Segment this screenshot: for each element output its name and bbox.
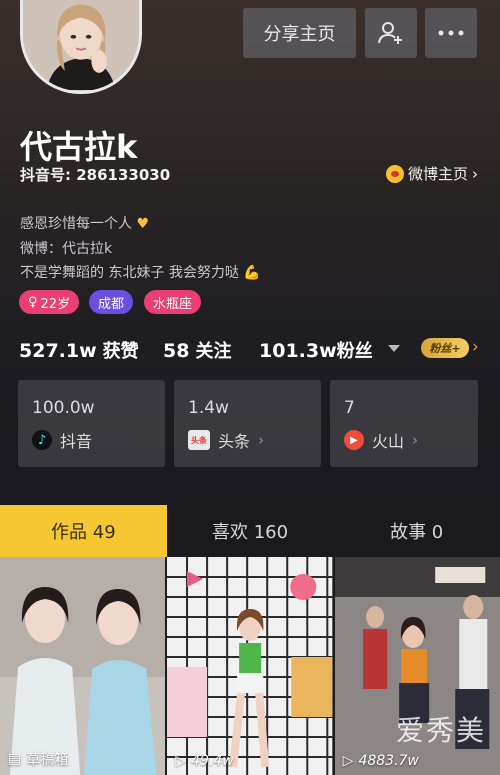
weibo-icon [385, 164, 404, 183]
weibo-homepage-link[interactable]: 微博主页 › [385, 163, 478, 184]
chevron-right-icon: › [412, 431, 419, 449]
platform-count: 7 [344, 398, 355, 418]
platform-count: 1.4w [188, 398, 229, 418]
tag-age-label: 22岁 [40, 296, 71, 312]
weibo-homepage-label: 微博主页 [407, 165, 468, 183]
video-meta-text: 草稿箱 [26, 752, 69, 768]
yellow-heart-icon: ♥ [136, 216, 150, 232]
bio-text: 感恩珍惜每一个人 [20, 216, 132, 232]
following-count: 58 [163, 340, 190, 362]
flexed-bicep-icon: 💪 [243, 265, 261, 281]
more-button[interactable] [425, 8, 477, 58]
video-thumbnail-image [0, 557, 166, 775]
video-grid: ▤ 草稿箱 ▷ 49.4w ▷ 4883.7w 爱秀美 [0, 557, 500, 775]
content-tabs: 作品 49 喜欢 160 故事 0 [0, 505, 500, 557]
share-profile-button[interactable]: 分享主页 [243, 8, 356, 58]
watermark: 爱秀美 [395, 714, 486, 747]
douyin-icon: ♪ [32, 430, 52, 450]
video-meta: ▤ 草稿箱 [8, 749, 68, 769]
video-thumbnail[interactable]: ▤ 草稿箱 [0, 557, 166, 775]
add-friend-icon [378, 22, 402, 44]
likes-label: 获赞 [102, 341, 139, 362]
add-friend-button[interactable] [365, 8, 417, 58]
bio-line: 不是学舞蹈的 东北妹子 我会努力哒 💪 [20, 262, 261, 282]
video-meta: ▷ 4883.7w [343, 753, 419, 769]
platform-count: 100.0w [32, 398, 95, 418]
caret-down-icon[interactable] [388, 345, 400, 352]
fans-label: 粉丝 [336, 341, 373, 362]
likes-count: 527.1w [19, 340, 97, 362]
likes-stat: 527.1w 获赞 [19, 337, 139, 363]
tag-city: 成都 [89, 290, 134, 314]
tab-likes[interactable]: 喜欢 160 [167, 505, 334, 557]
share-profile-label: 分享主页 [263, 24, 336, 45]
play-icon: ▷ [175, 753, 187, 769]
bio-line: 微博：代古拉k [20, 241, 113, 257]
following-label: 关注 [195, 341, 232, 362]
female-icon: ♀ [28, 294, 38, 310]
video-play-count: 4883.7w [358, 753, 419, 769]
platform-card-toutiao[interactable]: 1.4w 头条 头条 › [174, 380, 321, 467]
tab-works[interactable]: 作品 49 [0, 505, 167, 557]
following-stat[interactable]: 58 关注 [163, 337, 231, 363]
more-icon [438, 30, 464, 36]
fan-group-badge[interactable]: 粉丝+ [421, 338, 469, 358]
fans-count: 101.3w [259, 340, 337, 362]
nickname: 代古拉k [20, 128, 138, 166]
tag-age: ♀ 22岁 [19, 290, 80, 314]
tag-zodiac: 水瓶座 [144, 290, 202, 314]
chevron-right-icon: › [258, 431, 265, 449]
video-meta: ▷ 49.4w [175, 753, 233, 769]
chevron-right-icon: › [472, 164, 478, 183]
video-thumbnail-image [167, 557, 333, 775]
draft-icon: ▤ [8, 751, 22, 767]
fans-stat[interactable]: 101.3w 粉丝 [259, 337, 373, 363]
bio-text: 不是学舞蹈的 东北妹子 我会努力哒 [20, 265, 239, 281]
toutiao-icon: 头条 [188, 430, 210, 450]
platform-name: 火山 [372, 432, 405, 451]
platform-name: 头条 [218, 432, 251, 451]
tab-stories[interactable]: 故事 0 [333, 505, 500, 557]
play-icon: ▷ [342, 753, 354, 769]
bio-line: 感恩珍惜每一个人 ♥ [20, 213, 149, 233]
video-thumbnail[interactable]: ▷ 49.4w [167, 557, 333, 775]
platform-name: 抖音 [60, 432, 93, 451]
video-play-count: 49.4w [191, 753, 234, 769]
video-thumbnail[interactable]: ▷ 4883.7w 爱秀美 [334, 557, 500, 775]
platform-card-douyin[interactable]: 100.0w ♪ 抖音 [18, 380, 165, 467]
huoshan-icon: ▶ [344, 430, 364, 450]
account-id: 抖音号: 286133030 [20, 166, 171, 184]
chevron-right-icon[interactable]: › [472, 337, 479, 357]
platform-card-huoshan[interactable]: 7 ▶ 火山 › [330, 380, 478, 467]
